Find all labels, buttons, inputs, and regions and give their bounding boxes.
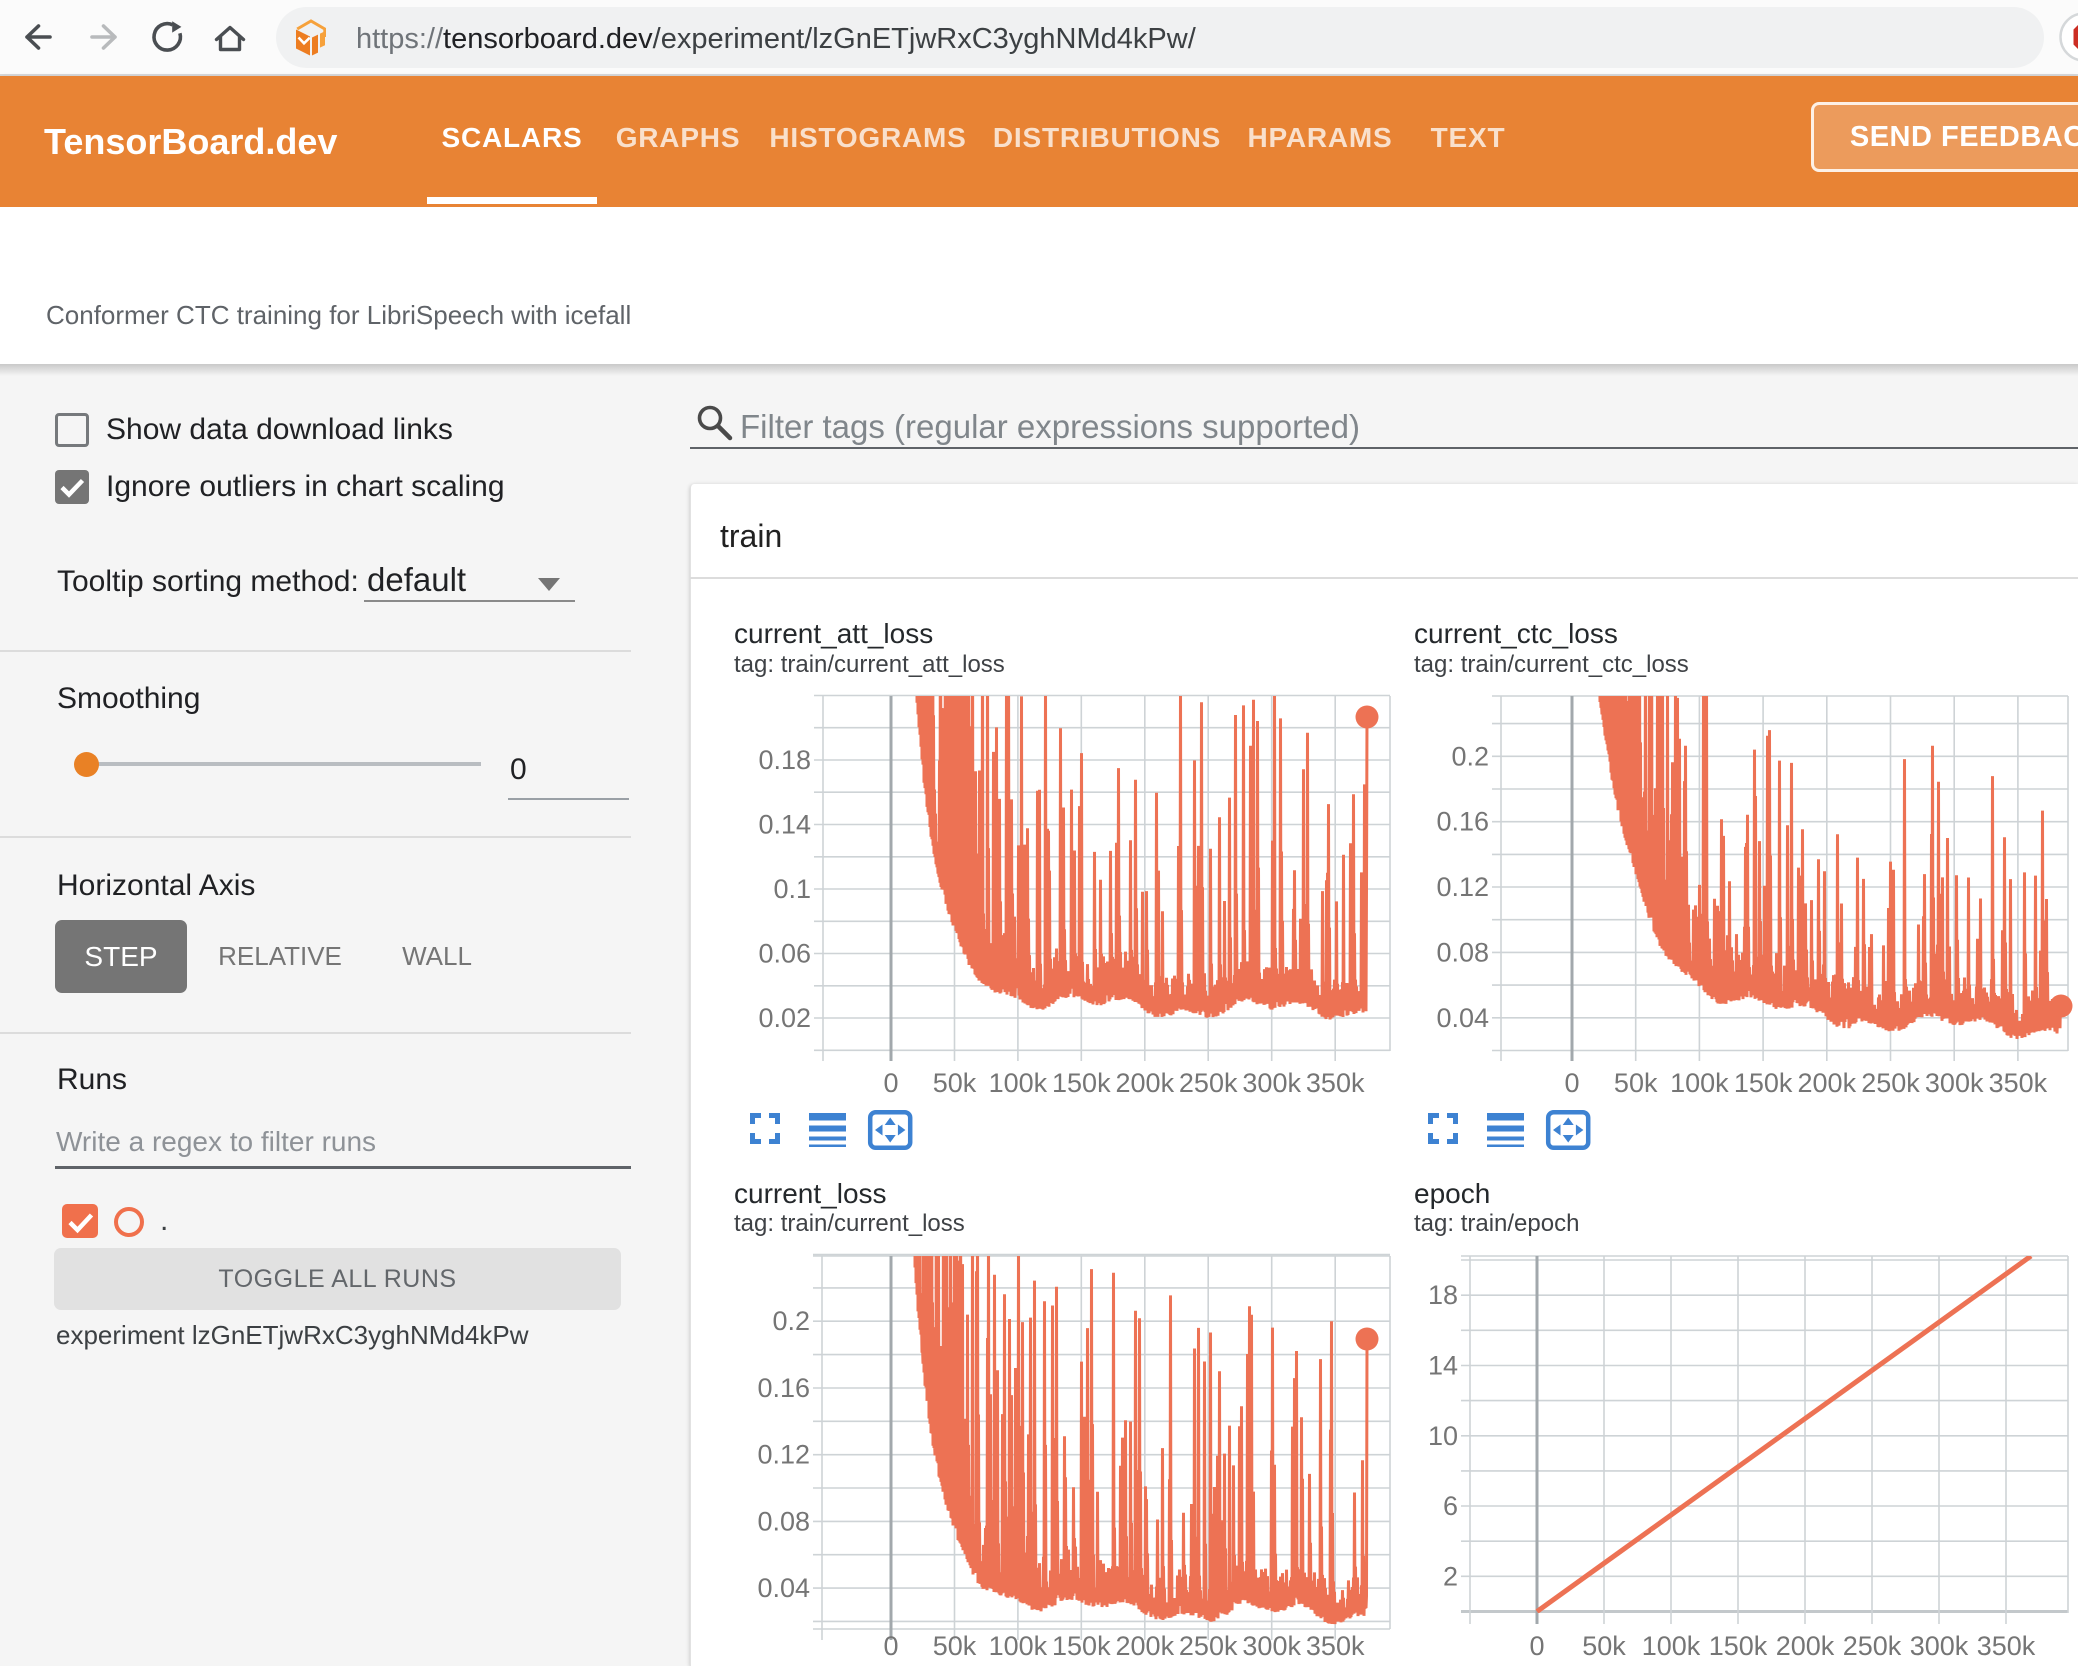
svg-text:100k: 100k [1642,1631,1701,1661]
svg-text:0.1: 0.1 [773,874,811,904]
svg-text:0.18: 0.18 [758,745,811,775]
svg-text:0.04: 0.04 [757,1573,810,1603]
svg-text:0.02: 0.02 [758,1003,811,1033]
svg-text:0: 0 [883,1631,898,1661]
svg-text:100k: 100k [989,1068,1048,1098]
svg-text:14: 14 [1428,1351,1458,1381]
svg-text:18: 18 [1428,1280,1458,1310]
svg-text:150k: 150k [1052,1631,1111,1661]
svg-text:150k: 150k [1709,1631,1768,1661]
svg-text:200k: 200k [1116,1068,1175,1098]
svg-text:0.2: 0.2 [1451,741,1489,771]
svg-text:50k: 50k [933,1068,977,1098]
svg-text:200k: 200k [1776,1631,1835,1661]
svg-text:0: 0 [883,1068,898,1098]
svg-text:0.08: 0.08 [1436,937,1489,967]
svg-text:100k: 100k [989,1631,1048,1661]
svg-text:0.12: 0.12 [1436,872,1489,902]
svg-text:150k: 150k [1734,1068,1793,1098]
svg-text:250k: 250k [1179,1631,1238,1661]
svg-text:300k: 300k [1910,1631,1969,1661]
svg-text:0: 0 [1529,1631,1544,1661]
svg-text:250k: 250k [1843,1631,1902,1661]
svg-text:200k: 200k [1798,1068,1857,1098]
svg-text:350k: 350k [1989,1068,2048,1098]
svg-text:100k: 100k [1670,1068,1729,1098]
svg-text:0: 0 [1564,1068,1579,1098]
svg-text:6: 6 [1443,1491,1458,1521]
svg-text:50k: 50k [1614,1068,1658,1098]
svg-text:0.06: 0.06 [758,939,811,969]
svg-text:300k: 300k [1925,1068,1984,1098]
svg-text:0.2: 0.2 [772,1306,810,1336]
svg-text:200k: 200k [1116,1631,1175,1661]
svg-text:350k: 350k [1977,1631,2036,1661]
svg-text:250k: 250k [1179,1068,1238,1098]
svg-text:0.16: 0.16 [1436,807,1489,837]
svg-text:50k: 50k [933,1631,977,1661]
svg-text:0.08: 0.08 [757,1506,810,1536]
svg-text:250k: 250k [1861,1068,1920,1098]
svg-text:10: 10 [1428,1421,1458,1451]
svg-text:2: 2 [1443,1561,1458,1591]
svg-text:0.16: 0.16 [757,1373,810,1403]
svg-text:150k: 150k [1052,1068,1111,1098]
svg-text:0.04: 0.04 [1436,1003,1489,1033]
svg-text:300k: 300k [1242,1631,1301,1661]
svg-text:350k: 350k [1306,1631,1365,1661]
svg-text:350k: 350k [1306,1068,1365,1098]
svg-text:300k: 300k [1242,1068,1301,1098]
svg-text:50k: 50k [1582,1631,1626,1661]
svg-text:0.14: 0.14 [758,810,811,840]
svg-text:0.12: 0.12 [757,1440,810,1470]
